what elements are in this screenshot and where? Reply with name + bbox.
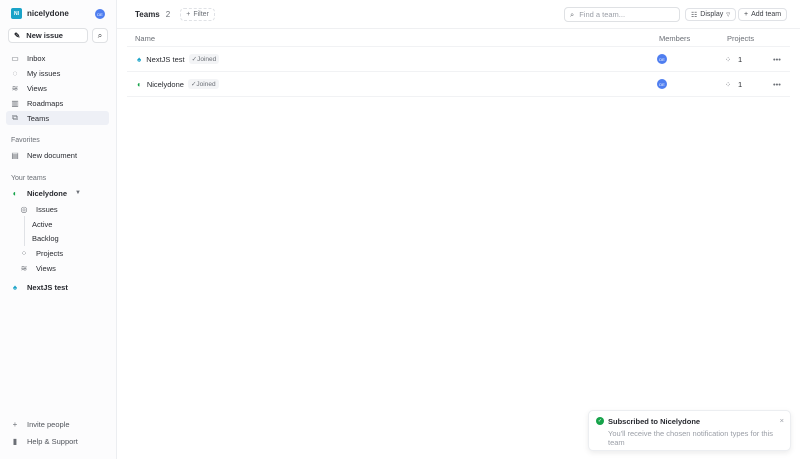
- column-members[interactable]: Members: [659, 34, 690, 43]
- label: Projects: [36, 248, 64, 258]
- tree-icon: ♠: [12, 282, 18, 292]
- document-icon: ▤: [11, 150, 19, 160]
- map-icon: ▥: [11, 98, 19, 108]
- joined-badge: ✓Joined: [188, 54, 220, 64]
- label: Inbox: [27, 53, 46, 63]
- layers-icon: ≋: [20, 263, 28, 273]
- page-title: Teams: [135, 9, 160, 19]
- teams-heading[interactable]: Your teams: [11, 175, 46, 182]
- invite-people-button[interactable]: + Invite people: [6, 417, 109, 431]
- plus-icon: +: [12, 419, 18, 429]
- table-row[interactable]: ◐ Nicelydone ✓Joined DE ⁘ 1 •••: [127, 72, 790, 97]
- sidebar-item-inbox[interactable]: ▭ Inbox: [6, 51, 109, 65]
- sidebar: NI nicelydone DE ✎ New issue ⌕ ▭ Inbox ◌ My…: [0, 0, 117, 459]
- toast-notification: ✓ Subscribed to Nicelydone You'll receiv…: [588, 410, 791, 451]
- toast-title: Subscribed to Nicelydone: [608, 417, 701, 426]
- label: Views: [27, 83, 47, 93]
- team-count: 2: [165, 9, 171, 19]
- display-label: Display: [700, 11, 724, 18]
- team-name: Nicelydone: [146, 79, 184, 89]
- new-issue-label: New issue: [26, 31, 63, 40]
- search-icon: ⌕: [570, 9, 575, 19]
- projects-count: 1: [738, 79, 743, 89]
- member-avatar[interactable]: DE: [657, 79, 667, 89]
- teams-icon: ⧉: [12, 113, 18, 122]
- team-icon: ◐: [137, 79, 142, 89]
- team-item-issues[interactable]: ◎ Issues: [15, 202, 109, 216]
- label: Roadmaps: [27, 98, 64, 108]
- team-item-projects[interactable]: ⁘ Projects: [15, 246, 109, 260]
- column-name[interactable]: Name: [135, 34, 155, 43]
- add-team-button[interactable]: + Add team: [738, 8, 788, 21]
- projects-icon: ⁘: [725, 54, 732, 64]
- label: Teams: [27, 113, 50, 123]
- sidebar-item-teams[interactable]: ⧉ Teams: [6, 111, 109, 125]
- search-button[interactable]: ⌕: [92, 28, 108, 43]
- plus-icon: +: [744, 11, 749, 18]
- check-circle-icon: ✓: [596, 417, 604, 425]
- target-icon: ◌: [12, 68, 18, 78]
- projects-icon: ⁘: [725, 79, 732, 89]
- search-icon: ⌕: [97, 30, 103, 40]
- team-nextjs-test[interactable]: ♠ NextJS test: [6, 280, 109, 294]
- favorite-new-document[interactable]: ▤ New document: [6, 148, 109, 162]
- sidebar-item-roadmaps[interactable]: ▥ Roadmaps: [6, 96, 109, 110]
- compose-icon: ✎: [14, 31, 21, 40]
- favorites-heading[interactable]: Favorites: [11, 137, 40, 144]
- badge-label: Joined: [197, 56, 217, 63]
- more-options-icon[interactable]: •••: [773, 55, 781, 64]
- help-support-button[interactable]: ▮ Help & Support: [6, 434, 109, 448]
- workspace-name: nicelydone: [27, 9, 69, 18]
- plus-icon: +: [186, 10, 191, 18]
- projects-count: 1: [738, 54, 743, 64]
- display-button[interactable]: ☷ Display ▽: [685, 8, 737, 21]
- label: Views: [36, 263, 56, 273]
- tree-icon: ♠: [137, 54, 142, 64]
- workspace-switcher[interactable]: NI nicelydone: [11, 8, 69, 19]
- new-issue-button[interactable]: ✎ New issue: [8, 28, 88, 43]
- layers-icon: ≋: [11, 83, 19, 93]
- more-options-icon[interactable]: •••: [773, 80, 781, 89]
- label: Issues: [36, 204, 58, 214]
- filter-button[interactable]: + Filter: [180, 7, 215, 21]
- member-avatar[interactable]: DE: [657, 54, 667, 64]
- issues-icon: ◎: [20, 204, 28, 214]
- label: Invite people: [27, 419, 70, 429]
- column-projects[interactable]: Projects: [727, 34, 754, 43]
- label: New document: [27, 150, 78, 160]
- search-placeholder: Find a team...: [579, 10, 626, 19]
- sidebar-item-my-issues[interactable]: ◌ My issues: [6, 66, 109, 80]
- label: Nicelydone: [27, 188, 68, 198]
- joined-badge: ✓Joined: [187, 79, 219, 89]
- team-icon: ◐: [12, 188, 18, 198]
- team-nicelydone[interactable]: ◐ Nicelydone ▼: [6, 186, 109, 200]
- label: Backlog: [32, 233, 59, 243]
- inbox-icon: ▭: [11, 53, 19, 63]
- find-team-input[interactable]: ⌕ Find a team...: [564, 7, 680, 22]
- workspace-logo: NI: [11, 8, 22, 19]
- label: My issues: [27, 68, 61, 78]
- team-item-backlog[interactable]: Backlog: [27, 231, 109, 245]
- label: NextJS test: [27, 282, 68, 292]
- sidebar-item-views[interactable]: ≋ Views: [6, 81, 109, 95]
- toast-body: You'll receive the chosen notification t…: [608, 429, 773, 447]
- filter-label: Filter: [193, 10, 209, 18]
- team-name: NextJS test: [146, 54, 185, 64]
- main-content: Teams 2 + Filter ⌕ Find a team... ☷ Display…: [117, 0, 800, 459]
- sliders-icon: ☷: [691, 11, 698, 19]
- tree-line: [24, 216, 25, 246]
- label: Help & Support: [27, 436, 78, 446]
- user-avatar[interactable]: DE: [95, 9, 105, 19]
- table-row[interactable]: ♠ NextJS test ✓Joined DE ⁘ 1 •••: [127, 47, 790, 72]
- add-team-label: Add team: [751, 11, 782, 18]
- book-icon: ▮: [12, 436, 18, 446]
- team-item-active[interactable]: Active: [27, 217, 109, 231]
- caret-down-icon: ▼: [75, 190, 81, 196]
- label: Active: [32, 219, 53, 229]
- team-item-views[interactable]: ≋ Views: [15, 261, 109, 275]
- close-icon[interactable]: ×: [780, 416, 784, 425]
- badge-label: Joined: [196, 81, 216, 88]
- projects-icon: ⁘: [20, 248, 28, 258]
- chevron-down-icon: ▽: [726, 11, 731, 18]
